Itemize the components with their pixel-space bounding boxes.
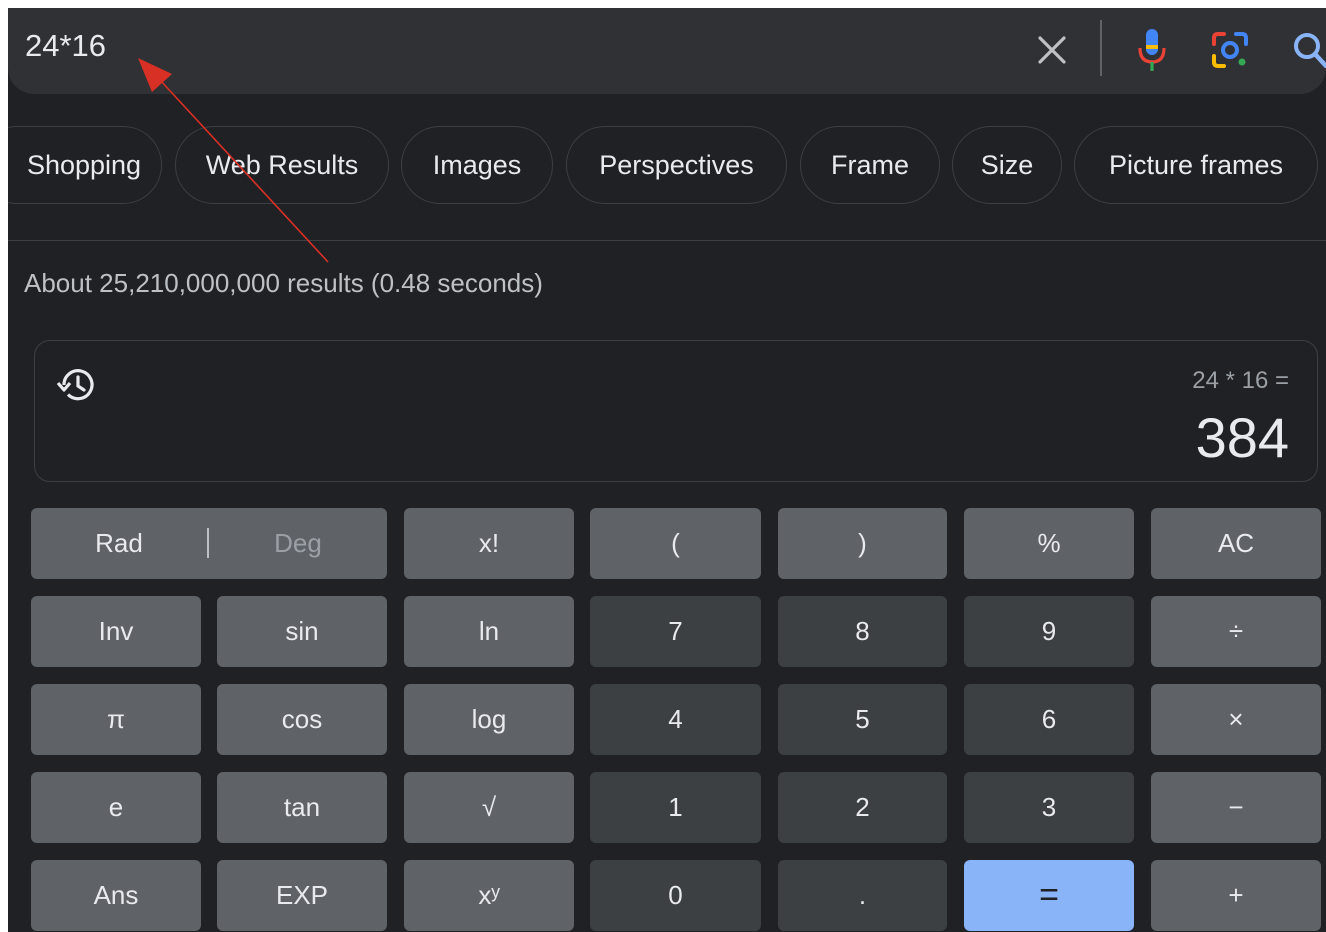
equals-key[interactable]: = (964, 860, 1134, 931)
chip-label: Images (432, 149, 522, 180)
chip-frame[interactable]: Frame (800, 126, 940, 204)
tan-key[interactable]: tan (217, 772, 387, 843)
close-icon[interactable] (1032, 30, 1072, 70)
percent-key[interactable]: % (964, 508, 1134, 579)
search-results-page: 24*16 Shopping Web Results Images Perspe… (8, 8, 1326, 932)
power-key[interactable]: xʸ (404, 860, 574, 931)
plus-key[interactable]: + (1151, 860, 1321, 931)
calculator-expression: 24 * 16 = (1192, 367, 1289, 394)
filter-chips: Shopping Web Results Images Perspectives… (8, 126, 1326, 208)
calculator-display: 24 * 16 = 384 (34, 340, 1318, 482)
digit-4-key[interactable]: 4 (590, 684, 761, 755)
lens-icon[interactable] (1208, 28, 1252, 72)
digit-5-key[interactable]: 5 (778, 684, 947, 755)
chip-web-results[interactable]: Web Results (175, 126, 389, 204)
rad-mode[interactable]: Rad (31, 508, 207, 579)
search-bar: 24*16 (8, 8, 1326, 94)
digit-8-key[interactable]: 8 (778, 596, 947, 667)
digit-2-key[interactable]: 2 (778, 772, 947, 843)
pi-key[interactable]: π (31, 684, 201, 755)
microphone-icon[interactable] (1132, 26, 1172, 74)
viewport-frame: 24*16 Shopping Web Results Images Perspe… (0, 0, 1326, 932)
chip-size[interactable]: Size (952, 126, 1062, 204)
e-key[interactable]: e (31, 772, 201, 843)
results-stats: About 25,210,000,000 results (0.48 secon… (24, 268, 543, 298)
digit-3-key[interactable]: 3 (964, 772, 1134, 843)
calculator-result: 384 (1195, 406, 1289, 469)
digit-9-key[interactable]: 9 (964, 596, 1134, 667)
decimal-point-key[interactable]: . (778, 860, 947, 931)
sin-key[interactable]: sin (217, 596, 387, 667)
open-paren-key[interactable]: ( (590, 508, 761, 579)
chip-label: Shopping (26, 149, 142, 180)
search-icon[interactable] (1288, 26, 1326, 72)
chip-images[interactable]: Images (401, 126, 553, 204)
search-input[interactable]: 24*16 (25, 28, 106, 64)
rad-deg-toggle[interactable]: Rad Deg (31, 508, 387, 579)
ln-key[interactable]: ln (404, 596, 574, 667)
all-clear-key[interactable]: AC (1151, 508, 1321, 579)
digit-6-key[interactable]: 6 (964, 684, 1134, 755)
digit-7-key[interactable]: 7 (590, 596, 761, 667)
chip-perspectives[interactable]: Perspectives (566, 126, 787, 204)
digit-1-key[interactable]: 1 (590, 772, 761, 843)
close-paren-key[interactable]: ) (778, 508, 947, 579)
history-icon[interactable] (55, 363, 99, 407)
log-key[interactable]: log (404, 684, 574, 755)
divide-key[interactable]: ÷ (1151, 596, 1321, 667)
factorial-key[interactable]: x! (404, 508, 574, 579)
search-bar-divider (1100, 20, 1102, 76)
minus-key[interactable]: − (1151, 772, 1321, 843)
chip-label: Perspectives (599, 149, 754, 180)
chip-label: Picture frames (1108, 149, 1284, 180)
digit-0-key[interactable]: 0 (590, 860, 761, 931)
square-root-key[interactable]: √ (404, 772, 574, 843)
divider-line (8, 240, 1326, 241)
multiply-key[interactable]: × (1151, 684, 1321, 755)
chip-label: Size (980, 149, 1034, 180)
chip-label: Web Results (205, 149, 359, 180)
cos-key[interactable]: cos (217, 684, 387, 755)
inverse-key[interactable]: Inv (31, 596, 201, 667)
chip-label: Frame (830, 149, 909, 180)
exponent-key[interactable]: EXP (217, 860, 387, 931)
chip-shopping[interactable]: Shopping (8, 126, 162, 204)
answer-key[interactable]: Ans (31, 860, 201, 931)
chip-picture-frames[interactable]: Picture frames (1074, 126, 1318, 204)
deg-mode[interactable]: Deg (209, 508, 387, 579)
